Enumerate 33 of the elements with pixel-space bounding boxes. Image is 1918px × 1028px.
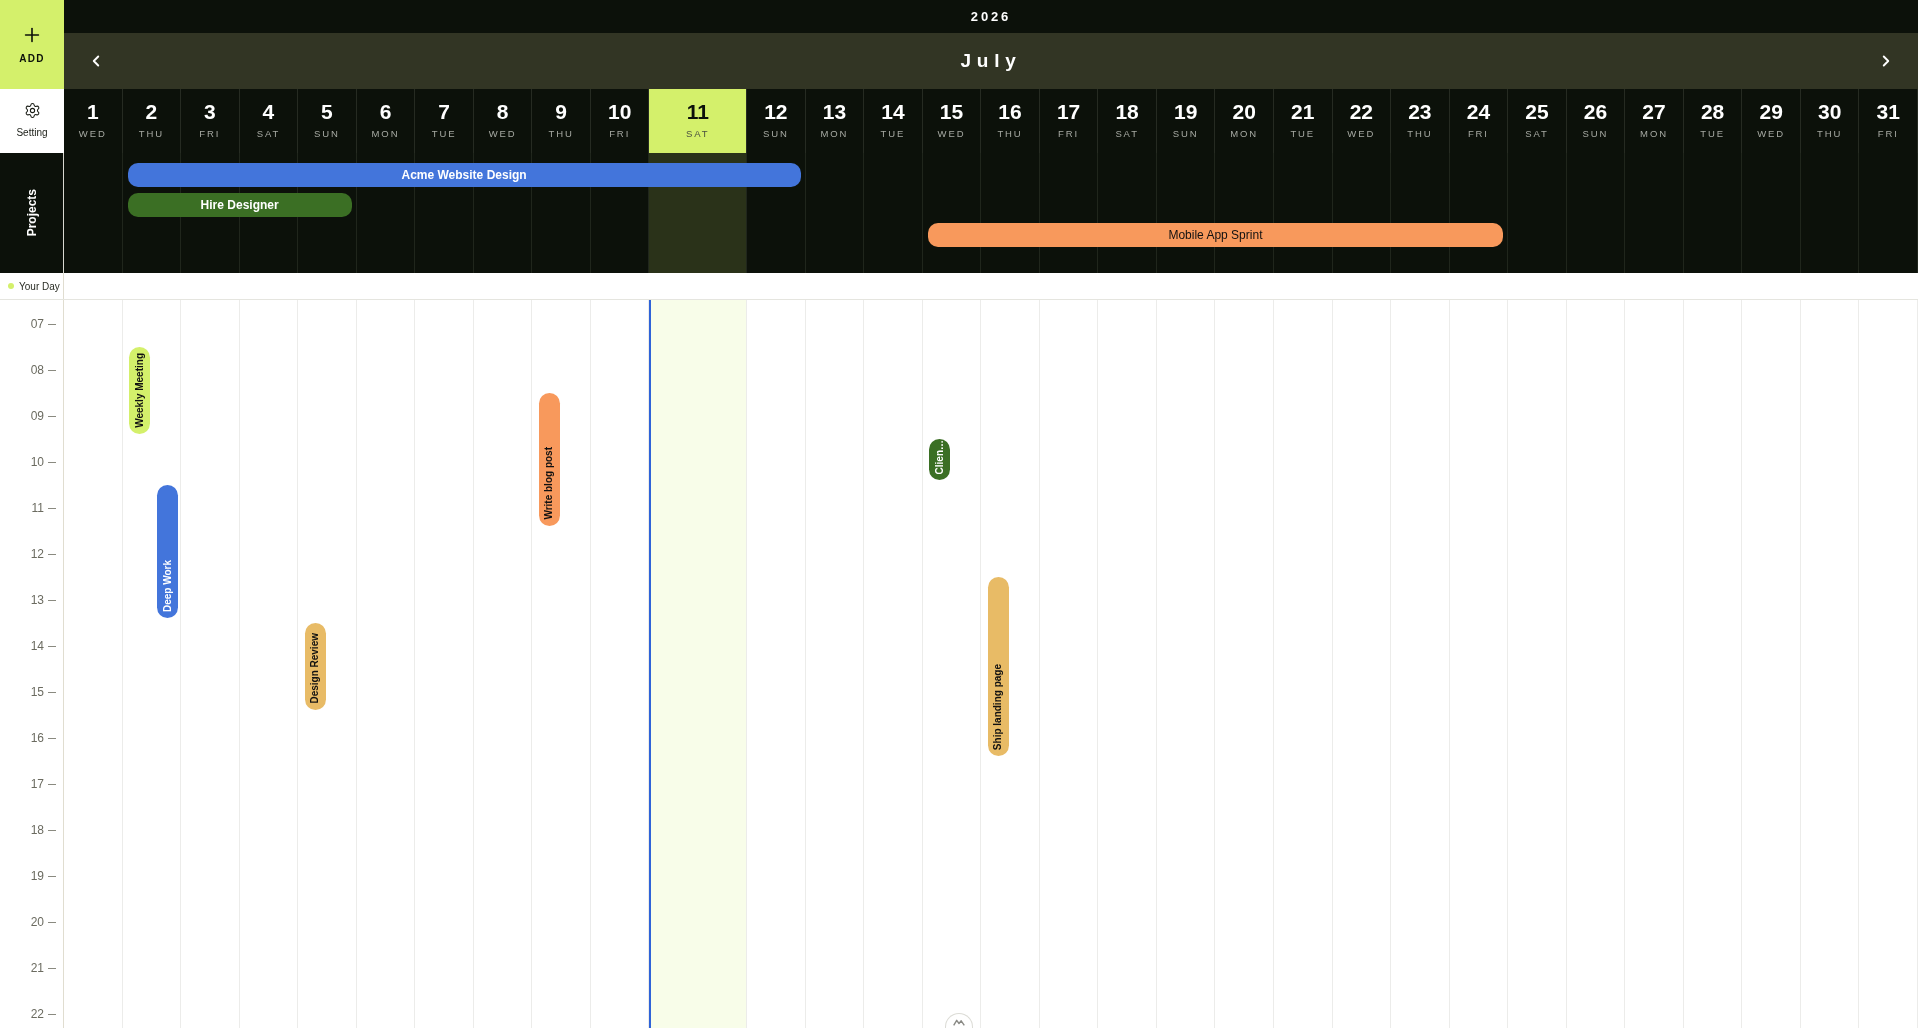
- hour-label: 16: [30, 730, 44, 747]
- project-bar[interactable]: Mobile App Sprint: [927, 223, 1504, 247]
- hour-label: 20: [30, 914, 44, 931]
- calendar-event[interactable]: Clien…: [929, 439, 951, 480]
- calendar-event[interactable]: Write blog post: [538, 393, 560, 526]
- hour-label: 13: [30, 592, 44, 609]
- year-label: 2026: [970, 7, 1012, 26]
- mountain-icon: [953, 1019, 965, 1026]
- hour-label: 08: [30, 362, 44, 379]
- hour-label: 15: [30, 684, 44, 701]
- hour-label: 09: [30, 408, 44, 425]
- project-bar[interactable]: Hire Designer: [127, 193, 352, 217]
- hour-label: 07: [30, 316, 44, 333]
- settings-icon: [23, 102, 41, 119]
- hour-label: 19: [30, 868, 44, 885]
- calendar-event[interactable]: Ship landing page: [987, 577, 1009, 756]
- hour-label: 11: [31, 500, 44, 517]
- your-day-label: Your Day: [19, 279, 60, 294]
- hour-label: 21: [30, 960, 44, 977]
- hour-label: 22: [30, 1006, 44, 1023]
- hour-label: 10: [30, 454, 44, 471]
- day-tab[interactable]: 11 SAT: [649, 89, 748, 153]
- calendar-event[interactable]: Deep Work: [157, 485, 179, 618]
- calendar-event[interactable]: Weekly Meeting: [129, 347, 151, 434]
- project-bar[interactable]: Acme Website Design: [127, 163, 801, 187]
- hour-label: 14: [30, 638, 44, 655]
- projects-label: Projects: [23, 189, 40, 237]
- hour-label: 17: [30, 776, 44, 793]
- month-label: July: [960, 48, 1022, 73]
- calendar-event[interactable]: Design Review: [304, 623, 326, 710]
- hour-label: 18: [30, 822, 44, 839]
- hour-label: 12: [30, 546, 44, 563]
- add-button[interactable]: ADD: [0, 0, 64, 89]
